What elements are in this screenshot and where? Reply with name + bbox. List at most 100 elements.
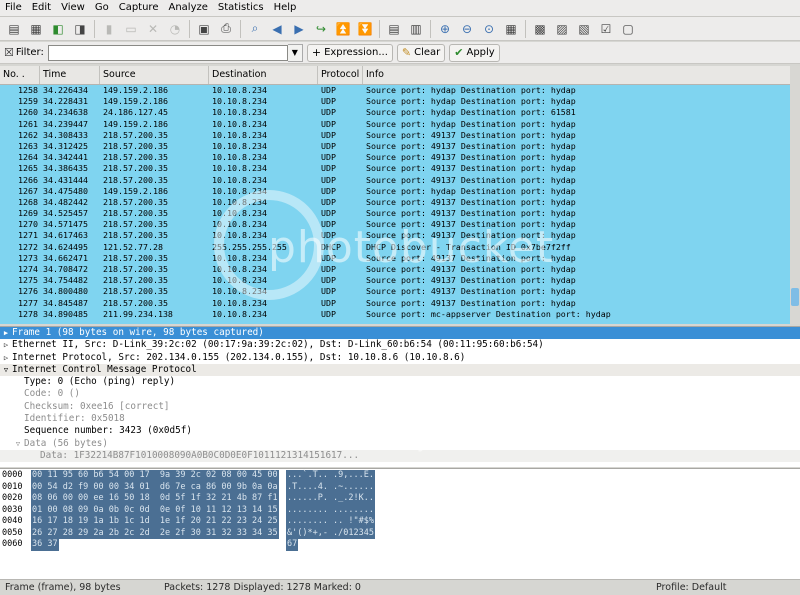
zoom-normal-icon[interactable]: ⊙ [480,20,498,38]
collapse-arrow-icon[interactable]: ▽ [0,364,12,376]
table-row[interactable]: 1267 34.475480 149.159.2.186 10.10.8.234 UDP… [0,185,800,197]
hex-hex[interactable]: 00 54 d2 f9 00 00 34 01 d6 7e ca 86 00 9… [31,481,279,493]
clear-button[interactable]: ✎ Clear [396,43,446,62]
filter-input[interactable] [47,44,288,61]
preferences-icon[interactable]: ☑ [597,20,615,38]
table-row[interactable]: 1263 34.312425 218.57.200.35 10.10.8.234 UDP… [0,140,800,153]
save-file-icon[interactable]: ✕ [144,20,162,38]
table-row[interactable]: 1259 34.228431 149.159.2.186 10.10.8.234 UDP… [0,96,800,108]
hex-hex[interactable]: 36 37 [31,539,59,551]
detail-icmp[interactable]: ▽ Internet Control Message Protocol [0,363,800,377]
collapse-arrow-icon[interactable]: ▽ [12,438,24,450]
packet-list-scrollbar[interactable] [790,66,800,324]
menu-file[interactable]: File [0,0,27,16]
filter-label[interactable]: ☒ Filter: [4,46,44,59]
zoom-out-icon[interactable]: ⊖ [458,20,476,38]
detail-ethernet[interactable]: ▷ Ethernet II, Src: D-Link_39:2c:02 (00:1… [0,339,800,351]
menu-statistics[interactable]: Statistics [213,0,269,16]
hex-hex[interactable]: 16 17 18 19 1a 1b 1c 1d 1e 1f 20 21 22 2… [31,516,279,528]
apply-button[interactable]: ✔ Apply [449,43,500,62]
column-header-protocol[interactable]: Protocol [318,66,363,84]
expression-button[interactable]: + Expression... [306,43,393,62]
detail-icmp-type[interactable]: Type: 0 (Echo (ping) reply) [0,376,800,388]
table-row[interactable]: 1278 34.890485 211.99.234.138 10.10.8.234 UD… [0,308,800,320]
hex-asc[interactable]: ......P. ._.2!K.. [286,493,375,505]
coloring-rules-icon[interactable]: ▧ [575,20,593,38]
hex-hex[interactable]: 00 11 95 60 b6 54 00 17 9a 39 2c 02 08 0… [31,470,279,482]
menu-go[interactable]: Go [90,0,114,16]
table-row[interactable]: 1277 34.845487 218.57.200.35 10.10.8.234 UDP… [0,297,800,309]
restart-capture-icon[interactable]: ▮ [100,20,118,38]
status-profile[interactable]: Profile: Default [656,580,726,595]
column-header-no[interactable]: No. . [0,66,40,84]
hex-asc[interactable]: ........ ........ [286,504,375,516]
display-filters-icon[interactable]: ▨ [553,20,571,38]
first-packet-icon[interactable]: ⏫ [334,20,352,38]
hex-hex[interactable]: 08 06 00 00 ee 16 50 18 0d 5f 1f 32 21 4… [31,493,279,505]
forward-icon[interactable]: ▶ [290,20,308,38]
autoscroll-icon[interactable]: ▥ [407,20,425,38]
start-capture-icon[interactable]: ◧ [49,20,67,38]
hex-asc[interactable]: ........ .. !"#$% [286,516,375,528]
reload-icon[interactable]: ▣ [195,20,213,38]
table-row[interactable]: 1260 34.234638 24.186.127.45 10.10.8.234 UDP… [0,107,800,119]
detail-icmp-checksum[interactable]: Checksum: 0xee16 [correct] [0,401,800,413]
table-row[interactable]: 1264 34.342441 218.57.200.35 10.10.8.234 UDP… [0,152,800,164]
resize-columns-icon[interactable]: ▦ [502,20,520,38]
detail-frame[interactable]: ▶ Frame 1 (98 bytes on wire, 98 bytes cap… [0,327,800,340]
expand-arrow-icon[interactable]: ▷ [0,352,12,364]
hex-asc[interactable]: ...`.T.. .9,...E. [286,470,375,482]
zoom-in-icon[interactable]: ⊕ [436,20,454,38]
cell-src: 149.159.2.186 [103,96,168,107]
table-row[interactable]: 1261 34.239447 149.159.2.186 10.10.8.234 UDP… [0,118,800,130]
detail-ip[interactable]: ▷ Internet Protocol, Src: 202.134.0.155 (… [0,352,800,364]
expand-arrow-icon[interactable]: ▶ [0,327,12,339]
table-row[interactable]: 1266 34.431444 218.57.200.35 10.10.8.234 UDP… [0,174,800,186]
hex-hex[interactable]: 26 27 28 29 2a 2b 2c 2d 2e 2f 30 31 32 3… [31,527,279,539]
hex-asc[interactable]: 67 [286,539,299,551]
open-file-icon[interactable]: ▭ [122,20,140,38]
menu-capture[interactable]: Capture [114,0,164,16]
find-icon[interactable]: ⌕ [246,20,264,38]
help-icon[interactable]: ▢ [619,20,637,38]
cell-no: 1259 [18,96,38,107]
interfaces-icon[interactable]: ▤ [5,20,23,38]
table-row[interactable]: 1265 34.386435 218.57.200.35 10.10.8.234 UDP… [0,163,800,175]
menu-edit[interactable]: Edit [27,0,56,16]
print-icon[interactable]: ⎙ [217,20,235,38]
hex-asc[interactable]: &'()*+,- ./012345 [286,527,375,539]
cell-time: 34.312425 [43,140,88,151]
menu-analyze[interactable]: Analyze [163,0,212,16]
last-packet-icon[interactable]: ⏬ [356,20,374,38]
packet-bytes-pane[interactable]: 0000 00 11 95 60 b6 54 00 17 9a 39 2c 02 … [0,468,800,579]
column-header-time[interactable]: Time [40,66,100,84]
table-row[interactable]: 1269 34.525457 218.57.200.35 10.10.8.234 UDP… [0,208,800,220]
column-header-info[interactable]: Info [363,66,800,84]
column-header-source[interactable]: Source [100,66,209,84]
back-icon[interactable]: ◀ [268,20,286,38]
colorize-icon[interactable]: ▤ [385,20,403,38]
table-row[interactable]: 1276 34.800480 218.57.200.35 10.10.8.234 UDP… [0,286,800,298]
menu-view[interactable]: View [56,0,90,16]
table-row[interactable]: 1258 34.226434 149.159.2.186 10.10.8.234 UDP… [0,85,800,97]
packet-list[interactable]: No. . Time Source Destination Protocol I… [0,66,800,324]
options-icon[interactable]: ▦ [27,20,45,38]
stop-capture-icon[interactable]: ◨ [71,20,89,38]
table-row[interactable]: 1275 34.754482 218.57.200.35 10.10.8.234 UDP… [0,275,800,287]
detail-icmp-code[interactable]: Code: 0 () [0,388,800,400]
menu-help[interactable]: Help [269,0,302,16]
cell-src: 149.159.2.186 [103,118,168,129]
filter-dropdown-button[interactable]: ▼ [287,43,303,62]
table-row[interactable]: 1268 34.482442 218.57.200.35 10.10.8.234 UDP… [0,196,800,209]
column-header-destination[interactable]: Destination [209,66,318,84]
capture-filters-icon[interactable]: ▩ [531,20,549,38]
hex-hex[interactable]: 01 00 08 09 0a 0b 0c 0d 0e 0f 10 11 12 1… [31,504,279,516]
table-row[interactable]: 1262 34.308433 218.57.200.35 10.10.8.234 UDP… [0,129,800,141]
go-to-icon[interactable]: ↪ [312,20,330,38]
hex-asc[interactable]: .T....4. .~...... [286,481,375,493]
close-file-icon[interactable]: ◔ [166,20,184,38]
expand-arrow-icon[interactable]: ▷ [0,339,12,351]
cell-info: Source port: 49137 Destination port: hyd… [366,163,576,174]
detail-icmp-identifier[interactable]: Identifier: 0x5018 [0,413,800,425]
scrollbar-thumb[interactable] [791,288,799,306]
